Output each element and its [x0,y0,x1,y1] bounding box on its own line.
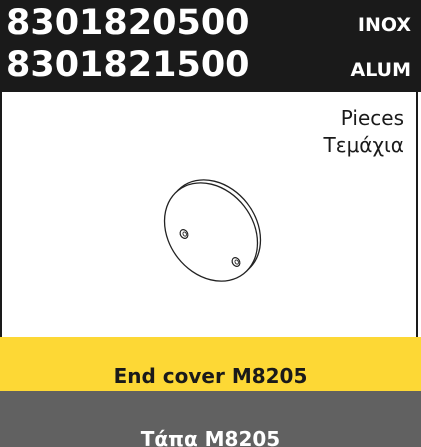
product-body: Pieces Τεμάχια [0,92,418,337]
product-code-alum: 8301821500 [6,45,250,85]
product-card: 8301820500 INOX 8301821500 ALUM Pieces Τ… [0,0,421,447]
product-name-bar-el: Τάπα M8205 [0,391,421,447]
end-cover-illustration [163,179,262,282]
material-label-inox: INOX [357,14,411,36]
material-label-alum: ALUM [350,59,411,81]
product-name-el: Τάπα M8205 [140,427,281,447]
product-name-bar-en: End cover M8205 [0,337,421,391]
pieces-label-el: Τεμάχια [323,133,404,157]
product-code-inox: 8301820500 [6,3,250,43]
pieces-label-en: Pieces [340,106,404,130]
end-cover-plate-illustration [163,179,262,282]
product-name-en: End cover M8205 [113,364,308,388]
product-header: 8301820500 INOX 8301821500 ALUM [0,0,421,92]
